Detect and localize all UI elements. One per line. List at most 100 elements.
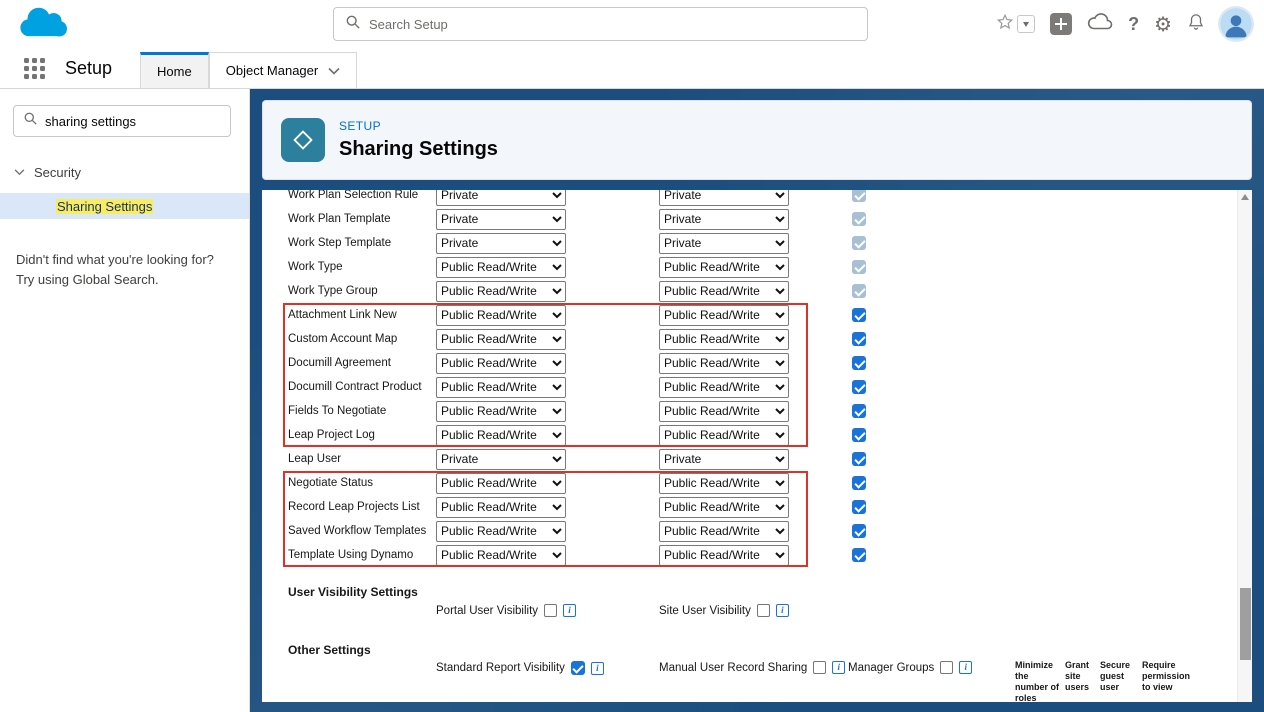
external-access-select[interactable]: Public Read/Write xyxy=(659,425,789,446)
hierarchy-checkbox[interactable] xyxy=(852,524,866,538)
page-title: Sharing Settings xyxy=(339,138,498,161)
external-access-select[interactable]: Public Read/Write xyxy=(659,377,789,398)
internal-access-select[interactable]: Public Read/Write xyxy=(436,281,566,302)
setting-label: Portal User Visibility xyxy=(436,605,538,617)
sharing-row: Documill Agreement Public Read/Write Pub… xyxy=(262,351,1236,375)
favorites-control[interactable] xyxy=(996,13,1035,36)
hierarchy-checkbox[interactable] xyxy=(852,548,866,562)
sidebar-item-sharing-settings[interactable]: Sharing Settings xyxy=(0,193,249,219)
external-access-select[interactable]: Public Read/Write xyxy=(659,401,789,422)
hierarchy-checkbox[interactable] xyxy=(852,404,866,418)
tab-home[interactable]: Home xyxy=(140,52,209,88)
setup-nav-bar: Setup Home Object Manager xyxy=(0,48,1264,89)
external-access-select[interactable]: Private xyxy=(659,233,789,254)
internal-access-select[interactable]: Public Read/Write xyxy=(436,305,566,326)
object-label: Saved Workflow Templates xyxy=(288,525,436,537)
hierarchy-checkbox[interactable] xyxy=(852,452,866,466)
external-access-select[interactable]: Public Read/Write xyxy=(659,353,789,374)
sharing-settings-icon xyxy=(281,118,325,162)
internal-access-select[interactable]: Private xyxy=(436,449,566,470)
tab-object-manager[interactable]: Object Manager xyxy=(209,52,358,88)
hierarchy-checkbox[interactable] xyxy=(852,500,866,514)
setting-label: Site User Visibility xyxy=(659,605,751,617)
external-access-select[interactable]: Public Read/Write xyxy=(659,257,789,278)
hierarchy-checkbox xyxy=(852,212,866,226)
external-access-select[interactable]: Public Read/Write xyxy=(659,545,789,566)
external-access-select[interactable]: Public Read/Write xyxy=(659,281,789,302)
search-icon xyxy=(24,112,37,130)
nav-tabs: Home Object Manager xyxy=(140,52,357,88)
internal-access-select[interactable]: Public Read/Write xyxy=(436,377,566,398)
hierarchy-checkbox[interactable] xyxy=(852,356,866,370)
setting-label: Standard Report Visibility xyxy=(436,662,565,674)
global-search[interactable] xyxy=(333,7,868,41)
setting-label: Manager Groups xyxy=(848,662,934,674)
hierarchy-checkbox[interactable] xyxy=(852,308,866,322)
internal-access-select[interactable]: Public Read/Write xyxy=(436,473,566,494)
internal-access-select[interactable]: Public Read/Write xyxy=(436,401,566,422)
internal-access-select[interactable]: Public Read/Write xyxy=(436,425,566,446)
sidebar-item-security[interactable]: Security xyxy=(14,165,81,180)
info-icon[interactable]: i xyxy=(591,662,604,675)
app-launcher-waffle-icon[interactable] xyxy=(24,58,45,79)
object-label: Template Using Dynamo xyxy=(288,549,436,561)
scrollbar[interactable] xyxy=(1237,190,1252,702)
internal-access-select[interactable]: Private xyxy=(436,233,566,254)
sharing-row: Leap User Private Private xyxy=(262,447,1236,471)
setting-checkbox[interactable] xyxy=(813,661,826,674)
avatar[interactable] xyxy=(1220,8,1252,40)
object-label: Documill Agreement xyxy=(288,357,436,369)
internal-access-select[interactable]: Public Read/Write xyxy=(436,545,566,566)
external-access-select[interactable]: Public Read/Write xyxy=(659,521,789,542)
sidebar-search[interactable] xyxy=(13,105,231,137)
page-header-card: SETUP Sharing Settings xyxy=(262,100,1252,180)
object-label: Custom Account Map xyxy=(288,333,436,345)
internal-access-select[interactable]: Private xyxy=(436,190,566,206)
column-header: Require permission to view xyxy=(1142,660,1194,702)
external-access-select[interactable]: Public Read/Write xyxy=(659,497,789,518)
internal-access-select[interactable]: Public Read/Write xyxy=(436,329,566,350)
setting-checkbox[interactable] xyxy=(757,604,770,617)
info-icon[interactable]: i xyxy=(959,661,972,674)
search-setup-input[interactable] xyxy=(369,17,855,32)
global-actions-icon[interactable] xyxy=(1050,13,1072,35)
info-icon[interactable]: i xyxy=(563,604,576,617)
object-label: Documill Contract Product xyxy=(288,381,436,393)
salesforce-logo-icon xyxy=(14,5,70,48)
external-access-select[interactable]: Public Read/Write xyxy=(659,305,789,326)
info-icon[interactable]: i xyxy=(832,661,845,674)
scrollbar-thumb[interactable] xyxy=(1240,588,1251,660)
internal-access-select[interactable]: Public Read/Write xyxy=(436,257,566,278)
external-access-select[interactable]: Private xyxy=(659,209,789,230)
chevron-down-icon xyxy=(14,169,25,176)
hierarchy-checkbox[interactable] xyxy=(852,476,866,490)
sharing-row: Work Plan Template Private Private xyxy=(262,207,1236,231)
notifications-bell-icon[interactable] xyxy=(1187,12,1205,37)
external-access-select[interactable]: Public Read/Write xyxy=(659,329,789,350)
setting-checkbox[interactable] xyxy=(940,661,953,674)
external-access-select[interactable]: Private xyxy=(659,190,789,206)
setting-checkbox[interactable] xyxy=(544,604,557,617)
internal-access-select[interactable]: Public Read/Write xyxy=(436,497,566,518)
highlighted-match: Sharing Settings xyxy=(56,199,153,214)
hierarchy-checkbox[interactable] xyxy=(852,380,866,394)
favorites-star-icon[interactable] xyxy=(996,13,1014,36)
internal-access-select[interactable]: Private xyxy=(436,209,566,230)
setting-checkbox[interactable] xyxy=(571,661,585,675)
hierarchy-checkbox[interactable] xyxy=(852,332,866,346)
external-access-select[interactable]: Public Read/Write xyxy=(659,473,789,494)
info-icon[interactable]: i xyxy=(776,604,789,617)
favorites-dropdown-button[interactable] xyxy=(1017,15,1035,33)
scroll-up-arrow-icon[interactable] xyxy=(1241,194,1249,200)
hierarchy-checkbox[interactable] xyxy=(852,428,866,442)
setup-gear-icon[interactable]: ⚙ xyxy=(1154,14,1172,34)
internal-access-select[interactable]: Public Read/Write xyxy=(436,521,566,542)
external-access-select[interactable]: Private xyxy=(659,449,789,470)
sharing-row: Leap Project Log Public Read/Write Publi… xyxy=(262,423,1236,447)
trailhead-cloud-icon[interactable] xyxy=(1087,13,1113,36)
sharing-row: Documill Contract Product Public Read/Wr… xyxy=(262,375,1236,399)
sharing-settings-panel: Work Plan Selection Rule Private Private… xyxy=(262,190,1252,702)
internal-access-select[interactable]: Public Read/Write xyxy=(436,353,566,374)
help-icon[interactable]: ? xyxy=(1128,14,1139,35)
sidebar-search-input[interactable] xyxy=(45,114,220,129)
